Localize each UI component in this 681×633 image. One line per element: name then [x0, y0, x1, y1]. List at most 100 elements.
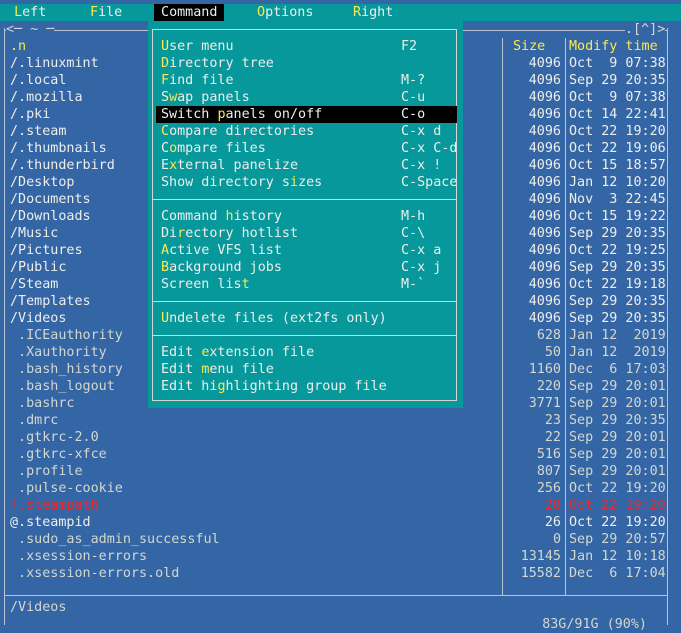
- parent-dir-entry[interactable]: .n: [10, 38, 26, 55]
- file-modify-time: Oct 15 19:22: [569, 209, 666, 224]
- file-name: .profile: [10, 464, 83, 479]
- file-name: !.steampath: [10, 498, 99, 513]
- menu-command[interactable]: Command: [154, 4, 224, 21]
- menu-item-label: Switch panels on/off: [161, 107, 323, 122]
- file-name: .bashrc: [10, 396, 75, 411]
- file-modify-time: Sep 29 20:01: [569, 396, 666, 411]
- file-size: 1160: [528, 362, 561, 377]
- file-size: 4096: [528, 311, 561, 326]
- menu-item-label: Undelete files (ext2fs only): [161, 311, 387, 326]
- menu-item-background-jobs[interactable]: Background jobs C-x j: [156, 259, 457, 276]
- file-row[interactable]: .profile 807 Sep 29 20:01: [10, 463, 670, 480]
- file-size: 4096: [528, 209, 561, 224]
- menu-item-label: Active VFS list: [161, 243, 282, 258]
- menu-options[interactable]: Options: [257, 4, 313, 21]
- menu-item-shortcut: M-`: [401, 277, 426, 292]
- file-size: 4096: [528, 226, 561, 241]
- menu-file[interactable]: File: [90, 4, 122, 21]
- file-name: .xsession-errors: [10, 549, 148, 564]
- file-name: /Pictures: [10, 243, 83, 258]
- file-modify-time: Sep 29 20:01: [569, 430, 666, 445]
- menu-item-shortcut: C-x a: [401, 243, 442, 258]
- menu-item-command-history[interactable]: Command history M-h: [156, 208, 457, 225]
- menu-item-find-file[interactable]: Find file M-?: [156, 72, 457, 89]
- file-modify-time: Oct 22 19:20: [569, 515, 666, 530]
- file-size: 4096: [528, 124, 561, 139]
- menu-item-label: Directory tree: [161, 56, 274, 71]
- file-size: 807: [536, 464, 561, 479]
- menu-item-edit-extension-file[interactable]: Edit extension file: [156, 344, 457, 361]
- menu-item-external-panelize[interactable]: External panelize C-x !: [156, 157, 457, 174]
- file-name: /.mozilla: [10, 90, 83, 105]
- menu-left[interactable]: Left: [6, 4, 46, 21]
- menu-item-shortcut: F2: [401, 39, 418, 54]
- menu-item-screen-list[interactable]: Screen list M-`: [156, 276, 457, 293]
- menu-item-active-vfs-list[interactable]: Active VFS list C-x a: [156, 242, 457, 259]
- menu-item-shortcut: C-x C-d: [401, 141, 458, 156]
- menu-item-label: Find file: [161, 73, 234, 88]
- file-size: 4096: [528, 192, 561, 207]
- file-row[interactable]: .xsession-errors.old 15582 Dec 6 17:04: [10, 565, 670, 582]
- menu-item-user-menu[interactable]: User menu F2: [156, 38, 457, 55]
- menu-item-label: Edit highlighting group file: [161, 379, 387, 394]
- file-name: /Steam: [10, 277, 59, 292]
- file-modify-time: Sep 29 20:35: [569, 73, 666, 88]
- menu-item-undelete-files[interactable]: Undelete files (ext2fs only): [156, 310, 457, 327]
- menu-item-label: Compare directories: [161, 124, 315, 139]
- file-name: /Documents: [10, 192, 91, 207]
- menu-item-shortcut: M-h: [401, 209, 426, 224]
- menu-item-directory-hotlist[interactable]: Directory hotlist C-\: [156, 225, 457, 242]
- file-modify-time: Oct 9 07:38: [569, 90, 666, 105]
- menu-item-switch-panels[interactable]: Switch panels on/off C-o: [156, 106, 457, 123]
- file-size: 4096: [528, 260, 561, 275]
- file-name: /Public: [10, 260, 67, 275]
- file-row[interactable]: .xsession-errors 13145 Jan 12 10:18: [10, 548, 670, 565]
- file-row[interactable]: !.steampath 28 Oct 22 19:20: [10, 497, 670, 514]
- file-modify-time: Dec 6 17:04: [569, 566, 666, 581]
- menu-item-directory-tree[interactable]: Directory tree: [156, 55, 457, 72]
- column-header-size[interactable]: Size: [513, 38, 545, 55]
- file-row[interactable]: .gtkrc-xfce 516 Sep 29 20:01: [10, 446, 670, 463]
- file-size: 4096: [528, 107, 561, 122]
- menu-item-show-directory-sizes[interactable]: Show directory sizes C-Space: [156, 174, 457, 191]
- menu-item-compare-files[interactable]: Compare files C-x C-d: [156, 140, 457, 157]
- menu-item-shortcut: M-?: [401, 73, 426, 88]
- file-modify-time: Sep 29 20:35: [569, 311, 666, 326]
- file-row[interactable]: .dmrc 23 Sep 29 20:35: [10, 412, 670, 429]
- menu-item-shortcut: C-x d: [401, 124, 442, 139]
- file-name: @.steampid: [10, 515, 91, 530]
- file-modify-time: Dec 6 17:03: [569, 362, 666, 377]
- file-modify-time: Sep 29 20:35: [569, 260, 666, 275]
- file-modify-time: Jan 12 2019: [569, 345, 666, 360]
- menu-item-swap-panels[interactable]: Swap panels C-u: [156, 89, 457, 106]
- file-modify-time: Oct 9 07:38: [569, 56, 666, 71]
- menu-item-compare-directories[interactable]: Compare directories C-x d: [156, 123, 457, 140]
- file-modify-time: Oct 22 19:25: [569, 243, 666, 258]
- current-path: /Videos: [10, 600, 67, 615]
- menu-item-edit-highlighting-group-file[interactable]: Edit highlighting group file: [156, 378, 457, 395]
- file-name: .bash_logout: [10, 379, 115, 394]
- menu-item-label: Swap panels: [161, 90, 250, 105]
- column-header-modify[interactable]: Modify time: [569, 38, 658, 55]
- file-size: 13145: [520, 549, 561, 564]
- menu-item-edit-menu-file[interactable]: Edit menu file: [156, 361, 457, 378]
- menu-item-shortcut: C-x !: [401, 158, 442, 173]
- menu-right[interactable]: Right: [353, 4, 393, 21]
- file-size: 4096: [528, 243, 561, 258]
- menu-item-label: User menu: [161, 39, 234, 54]
- file-modify-time: Sep 29 20:35: [569, 413, 666, 428]
- file-size: 26: [544, 515, 561, 530]
- menu-item-label: Show directory sizes: [161, 175, 323, 190]
- file-row[interactable]: @.steampid 26 Oct 22 19:20: [10, 514, 670, 531]
- panel-history-marker[interactable]: <─ ~ ─: [6, 21, 55, 38]
- file-name: /Downloads: [10, 209, 91, 224]
- file-size: 23: [544, 413, 561, 428]
- file-row[interactable]: .pulse-cookie 256 Oct 22 19:20: [10, 480, 670, 497]
- file-size: 50: [544, 345, 561, 360]
- file-row[interactable]: .gtkrc-2.0 22 Sep 29 20:01: [10, 429, 670, 446]
- file-row[interactable]: .sudo_as_admin_successful 0 Sep 29 20:57: [10, 531, 670, 548]
- file-size: 256: [536, 481, 561, 496]
- file-name: /.thunderbird: [10, 158, 115, 173]
- panel-hotlist-marker[interactable]: .[^]>: [625, 21, 666, 38]
- file-modify-time: Jan 12 10:20: [569, 175, 666, 190]
